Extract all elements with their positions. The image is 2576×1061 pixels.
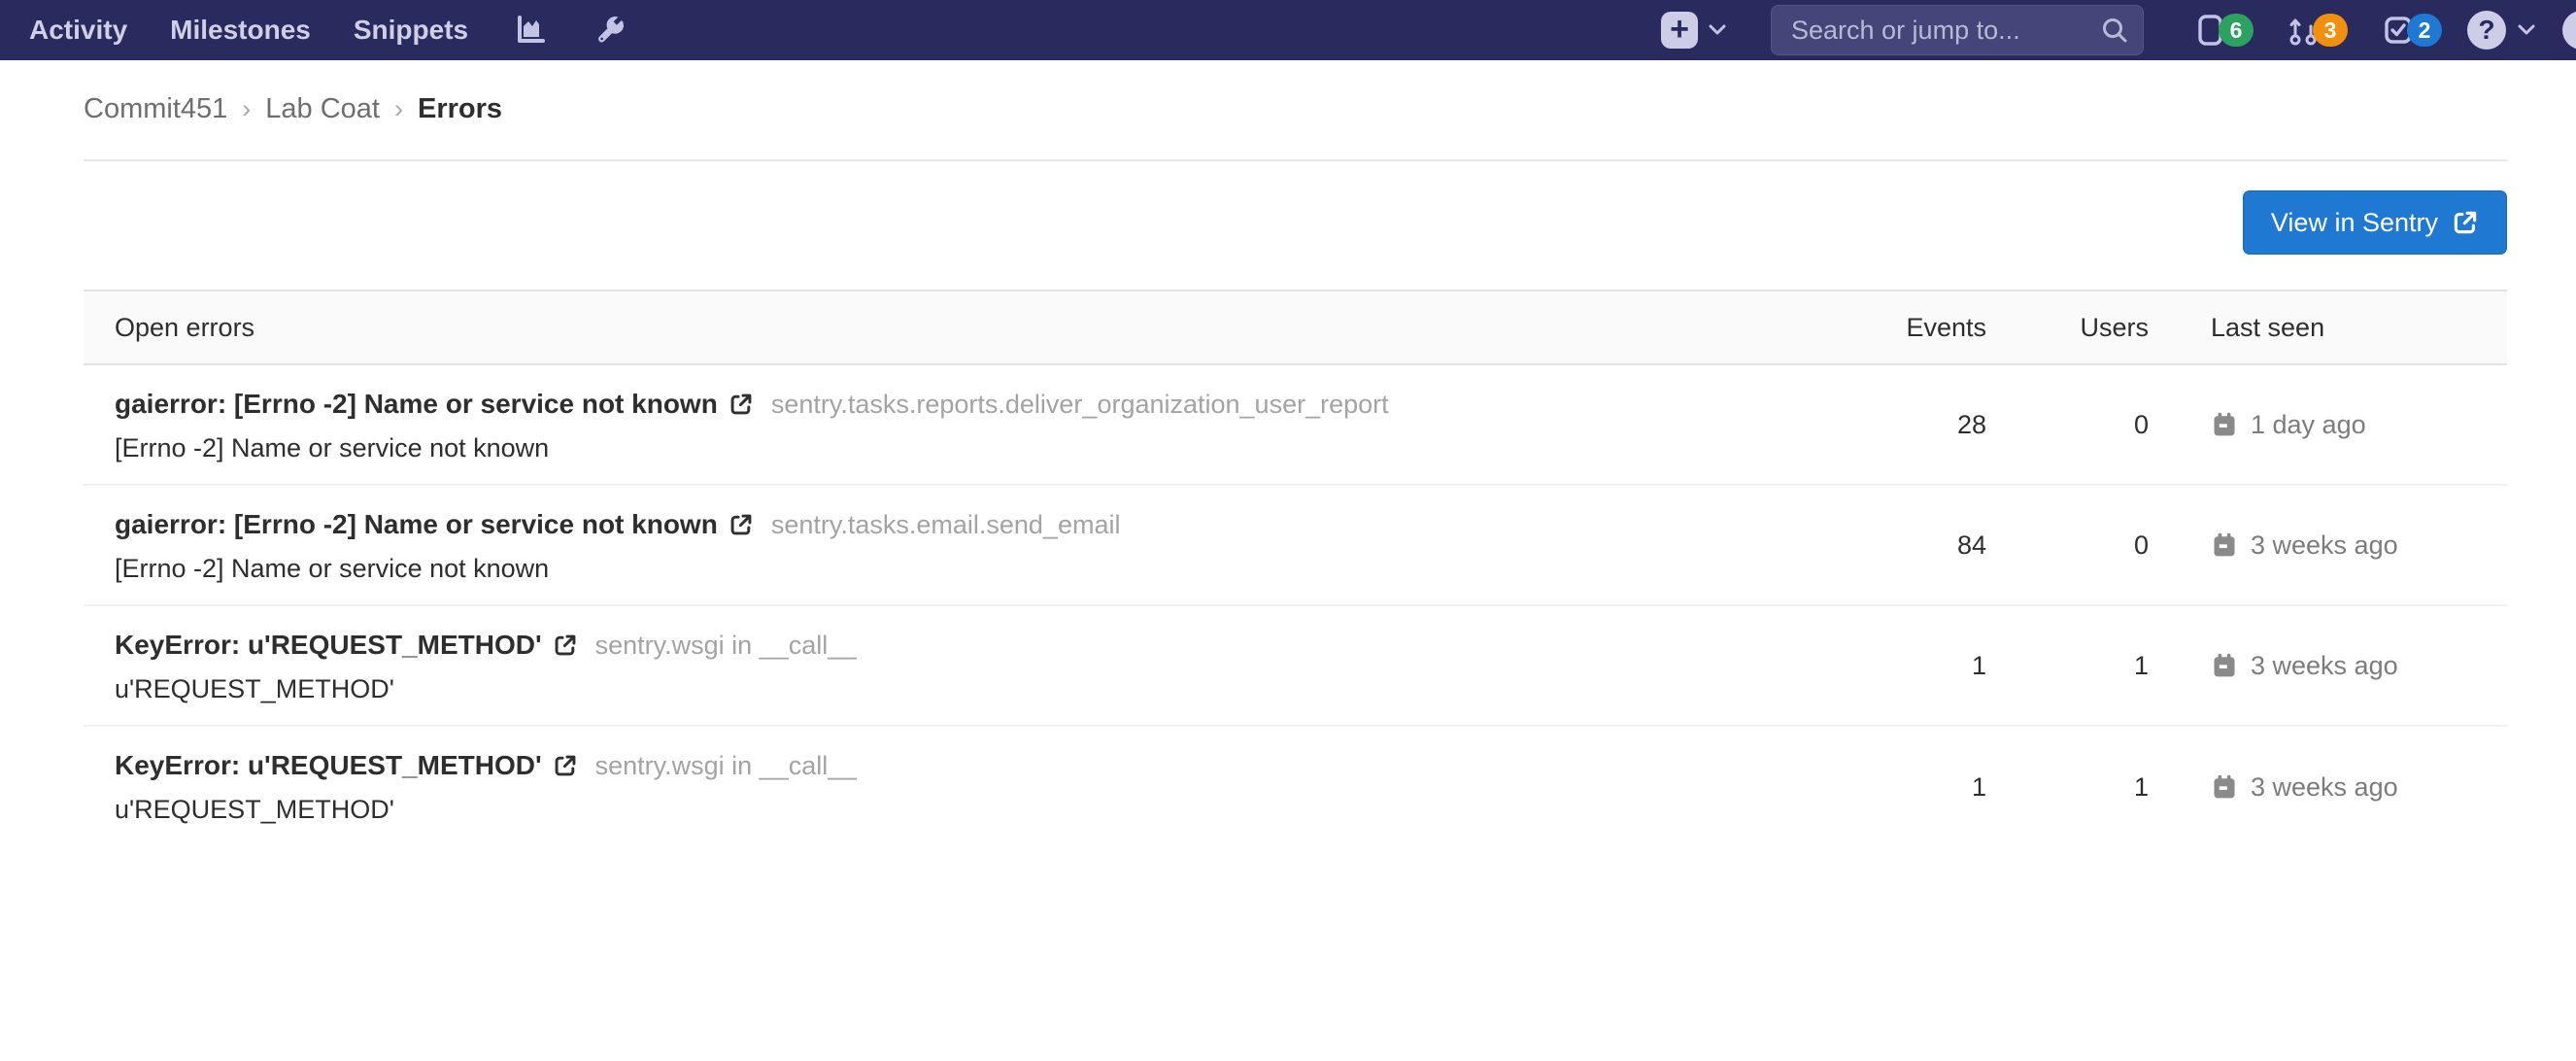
- error-title-link[interactable]: gaierror: [Errno -2] Name or service not…: [115, 506, 718, 543]
- error-last-seen: 3 weeks ago: [2251, 771, 2398, 802]
- area-chart-icon[interactable]: [513, 13, 548, 48]
- breadcrumb-current-page: Errors: [417, 93, 503, 124]
- error-row: gaierror: [Errno -2] Name or service not…: [84, 486, 2507, 606]
- search-input[interactable]: [1771, 5, 2144, 55]
- error-row: gaierror: [Errno -2] Name or service not…: [84, 365, 2507, 486]
- avatar[interactable]: [2562, 11, 2576, 50]
- breadcrumb-separator: ›: [242, 94, 252, 123]
- breadcrumb-separator: ›: [393, 94, 403, 123]
- nav-link-activity[interactable]: Activity: [29, 15, 127, 46]
- error-message: u'REQUEST_METHOD': [115, 674, 394, 703]
- error-row: KeyError: u'REQUEST_METHOD' sentry.wsgi …: [84, 606, 2507, 727]
- top-navbar: Activity Milestones Snippets + Search or…: [0, 0, 2576, 60]
- error-last-seen: 3 weeks ago: [2251, 650, 2398, 680]
- column-header-last-seen: Last seen: [2211, 312, 2325, 342]
- chevron-down-icon: [1709, 24, 1726, 35]
- error-culprit: sentry.tasks.email.send_email: [770, 510, 1121, 539]
- plus-icon: +: [1661, 12, 1698, 49]
- calendar-icon: [2214, 532, 2235, 557]
- error-events-count: 28: [1956, 409, 1986, 439]
- error-last-seen: 1 day ago: [2251, 409, 2366, 439]
- error-events-count: 1: [1971, 650, 1986, 680]
- todos-count-badge: 2: [2407, 14, 2442, 47]
- external-link-icon: [555, 755, 576, 776]
- calendar-icon: [2214, 653, 2235, 677]
- error-last-seen: 3 weeks ago: [2251, 530, 2398, 560]
- search-icon: [2099, 15, 2130, 46]
- nav-link-milestones[interactable]: Milestones: [170, 15, 311, 46]
- page-actions: View in Sentry: [84, 190, 2507, 255]
- merge-requests-count-badge: 3: [2313, 14, 2348, 47]
- external-link-icon: [2454, 211, 2477, 234]
- external-link-icon: [555, 634, 576, 656]
- breadcrumb-group-link[interactable]: Commit451: [84, 91, 227, 126]
- error-message: [Errno -2] Name or service not known: [115, 433, 550, 462]
- chevron-down-icon: [2518, 24, 2535, 35]
- issues-count-badge: 6: [2219, 14, 2254, 47]
- error-title-link[interactable]: KeyError: u'REQUEST_METHOD': [115, 627, 542, 664]
- error-culprit: sentry.wsgi in __call__: [594, 751, 858, 780]
- error-title-link[interactable]: KeyError: u'REQUEST_METHOD': [115, 747, 542, 784]
- error-message: [Errno -2] Name or service not known: [115, 554, 550, 583]
- error-users-count: 0: [2133, 409, 2149, 439]
- column-header-users: Users: [2080, 312, 2149, 342]
- open-errors-table: Open errors Events Users Last seen gaier…: [84, 290, 2507, 847]
- new-menu-button[interactable]: +: [1661, 12, 1728, 49]
- calendar-icon: [2214, 412, 2235, 436]
- help-icon: ?: [2467, 11, 2506, 50]
- external-link-icon: [730, 514, 752, 535]
- merge-requests-counter[interactable]: 3: [2287, 13, 2348, 48]
- todos-counter[interactable]: 2: [2381, 13, 2442, 48]
- global-search: [1771, 5, 2144, 55]
- error-events-count: 84: [1956, 530, 1986, 560]
- breadcrumb: Commit451 › Lab Coat › Errors: [84, 60, 2507, 161]
- navbar-links: Activity Milestones Snippets: [29, 15, 468, 46]
- issues-counter[interactable]: 6: [2192, 13, 2254, 48]
- error-users-count: 1: [2133, 650, 2149, 680]
- column-header-events: Events: [1906, 312, 1986, 342]
- calendar-icon: [2214, 774, 2235, 799]
- navbar-right-group: + 6: [1661, 5, 2537, 55]
- error-row: KeyError: u'REQUEST_METHOD' sentry.wsgi …: [84, 727, 2507, 847]
- error-culprit: sentry.tasks.reports.deliver_organizatio…: [770, 390, 1389, 419]
- help-menu-button[interactable]: ?: [2467, 11, 2537, 50]
- table-header-row: Open errors Events Users Last seen: [84, 290, 2507, 365]
- error-message: u'REQUEST_METHOD': [115, 795, 394, 824]
- external-link-icon: [730, 394, 752, 415]
- view-in-sentry-button[interactable]: View in Sentry: [2242, 190, 2507, 255]
- error-culprit: sentry.wsgi in __call__: [594, 631, 858, 660]
- navbar-counters: 6 3 2: [2192, 13, 2442, 48]
- error-title-link[interactable]: gaierror: [Errno -2] Name or service not…: [115, 386, 718, 423]
- nav-link-snippets[interactable]: Snippets: [354, 15, 468, 46]
- breadcrumb-project-link[interactable]: Lab Coat: [265, 91, 380, 126]
- error-users-count: 1: [2133, 771, 2149, 802]
- error-users-count: 0: [2133, 530, 2149, 560]
- wrench-icon[interactable]: [593, 13, 627, 48]
- error-events-count: 1: [1971, 771, 1986, 802]
- table-title: Open errors: [115, 312, 255, 342]
- view-in-sentry-label: View in Sentry: [2270, 207, 2438, 237]
